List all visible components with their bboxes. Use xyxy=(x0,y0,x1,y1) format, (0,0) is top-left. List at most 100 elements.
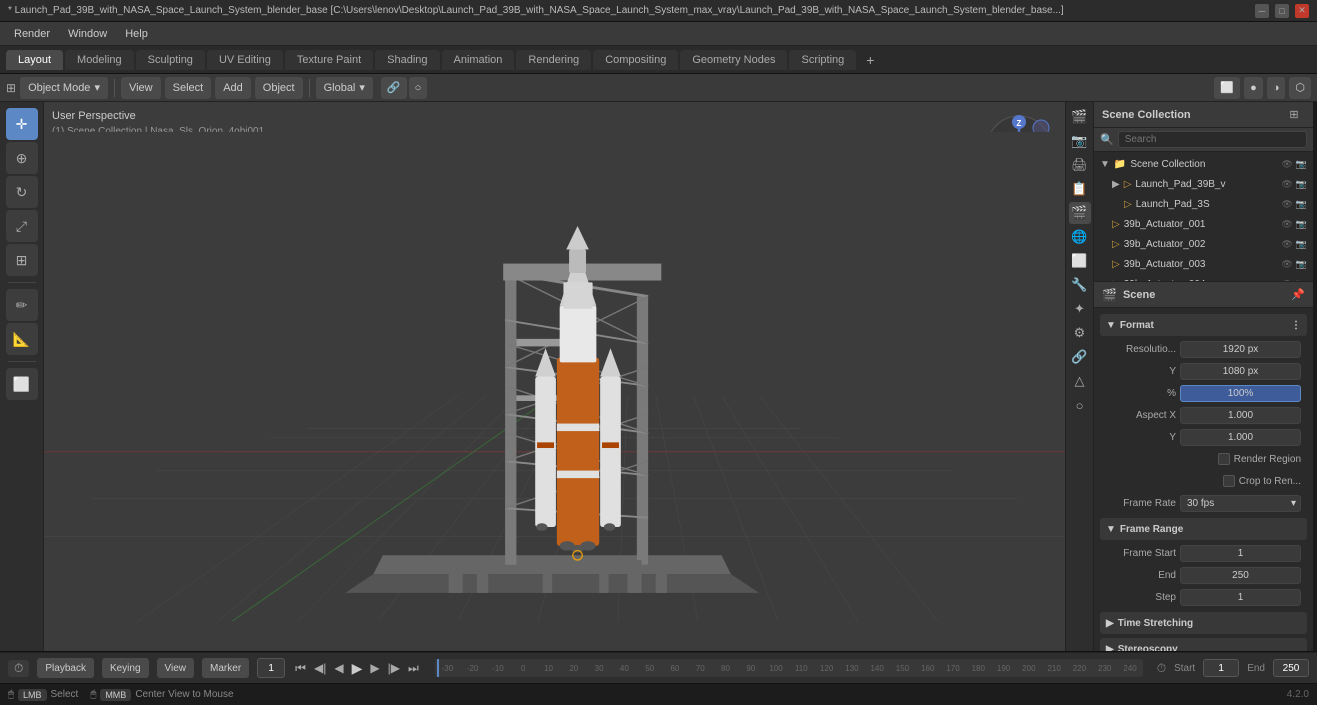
transform-global-dropdown[interactable]: Global ▾ xyxy=(316,77,373,99)
next-frame-button[interactable]: ▶ xyxy=(368,659,381,677)
format-menu-icon[interactable]: ⋮ xyxy=(1291,320,1301,331)
cursor-tool-button[interactable]: ✛ xyxy=(6,108,38,140)
format-section-header[interactable]: ▼ Format ⋮ xyxy=(1100,314,1307,336)
end-frame-input[interactable] xyxy=(1273,659,1309,677)
keying-menu[interactable]: Keying xyxy=(102,658,149,678)
crop-render-checkbox[interactable] xyxy=(1223,475,1235,487)
start-frame-input[interactable] xyxy=(1203,659,1239,677)
render-icon[interactable]: 📷 xyxy=(1296,239,1307,250)
maximize-button[interactable]: □ xyxy=(1275,4,1289,18)
tab-layout[interactable]: Layout xyxy=(6,50,63,70)
play-button[interactable]: ▶ xyxy=(350,658,365,679)
render-icon[interactable]: 📷 xyxy=(1296,219,1307,230)
jump-end-button[interactable]: ⏭ xyxy=(406,659,421,678)
prop-icon-constraint[interactable]: 🔗 xyxy=(1069,346,1091,368)
resolution-y-value[interactable]: 1080 px xyxy=(1180,363,1301,380)
prop-icon-particles[interactable]: ✦ xyxy=(1069,298,1091,320)
frame-range-section-header[interactable]: ▼ Frame Range xyxy=(1100,518,1307,540)
tab-geometry-nodes[interactable]: Geometry Nodes xyxy=(680,50,787,70)
tab-animation[interactable]: Animation xyxy=(442,50,515,70)
time-stretch-header[interactable]: ▶ Time Stretching xyxy=(1100,612,1307,634)
tab-texture-paint[interactable]: Texture Paint xyxy=(285,50,373,70)
tab-compositing[interactable]: Compositing xyxy=(593,50,678,70)
tab-add-button[interactable]: + xyxy=(858,48,882,72)
prop-icon-data[interactable]: △ xyxy=(1069,370,1091,392)
pin-icon[interactable]: 📌 xyxy=(1291,288,1305,301)
render-icon[interactable]: 📷 xyxy=(1296,199,1307,210)
viewport-shading-solid[interactable]: ● xyxy=(1244,77,1263,99)
visibility-icon[interactable]: 👁 xyxy=(1281,199,1292,210)
stereo-header[interactable]: ▶ Stereoscopy xyxy=(1100,638,1307,651)
measure-tool-button[interactable]: 📐 xyxy=(6,323,38,355)
prop-icon-scene-render[interactable]: 🎬 xyxy=(1069,106,1091,128)
prop-icon-scene[interactable]: 🎬 xyxy=(1069,202,1091,224)
view-menu-button[interactable]: View xyxy=(121,77,161,99)
menu-window[interactable]: Window xyxy=(60,26,115,42)
timeline-mode-icon[interactable]: ⏱ xyxy=(8,660,29,677)
close-button[interactable]: ✕ xyxy=(1295,4,1309,18)
prev-keyframe-button[interactable]: ◀| xyxy=(312,659,328,677)
end-value[interactable]: 250 xyxy=(1180,567,1301,584)
tab-sculpting[interactable]: Sculpting xyxy=(136,50,205,70)
menu-help[interactable]: Help xyxy=(117,26,156,42)
prop-icon-world[interactable]: 🌐 xyxy=(1069,226,1091,248)
outliner-item-actuator-004[interactable]: ▷ 39b_Actuator_004 👁 📷 xyxy=(1094,274,1313,281)
render-icon[interactable]: 📷 xyxy=(1296,259,1307,270)
add-cube-button[interactable]: ⬜ xyxy=(6,368,38,400)
object-menu-button[interactable]: Object xyxy=(255,77,303,99)
marker-menu[interactable]: Marker xyxy=(202,658,249,678)
prop-icon-output[interactable]: 🖨 xyxy=(1069,154,1091,176)
outliner-item-launch-pad[interactable]: ▶ ▷ Launch_Pad_39B_v 👁 📷 xyxy=(1094,174,1313,194)
visibility-icon[interactable]: 👁 xyxy=(1281,179,1292,190)
transform-tool-button[interactable]: ⊞ xyxy=(6,244,38,276)
snap-button[interactable]: 🔗 xyxy=(381,77,407,99)
render-region-checkbox[interactable] xyxy=(1218,453,1230,465)
visibility-icon[interactable]: 👁 xyxy=(1281,219,1292,230)
viewport-shading-rendered[interactable]: ⬡ xyxy=(1289,77,1311,99)
frame-rate-dropdown[interactable]: 30 fps▾ xyxy=(1180,495,1301,512)
jump-start-button[interactable]: ⏮ xyxy=(293,659,308,678)
prop-icon-physics[interactable]: ⚙ xyxy=(1069,322,1091,344)
next-keyframe-button[interactable]: |▶ xyxy=(386,659,402,677)
frame-start-value[interactable]: 1 xyxy=(1180,545,1301,562)
prop-icon-object[interactable]: ⬜ xyxy=(1069,250,1091,272)
prop-icon-modifier[interactable]: 🔧 xyxy=(1069,274,1091,296)
step-value[interactable]: 1 xyxy=(1180,589,1301,606)
outliner-search-input[interactable] xyxy=(1118,131,1307,148)
prop-icon-material[interactable]: ○ xyxy=(1069,394,1091,416)
tab-modeling[interactable]: Modeling xyxy=(65,50,134,70)
aspect-x-value[interactable]: 1.000 xyxy=(1180,407,1301,424)
move-tool-button[interactable]: ⊕ xyxy=(6,142,38,174)
select-menu-button[interactable]: Select xyxy=(165,77,212,99)
resolution-x-value[interactable]: 1920 px xyxy=(1180,341,1301,358)
render-icon[interactable]: 📷 xyxy=(1296,279,1307,282)
tab-scripting[interactable]: Scripting xyxy=(789,50,856,70)
aspect-y-value[interactable]: 1.000 xyxy=(1180,429,1301,446)
playback-menu[interactable]: Playback xyxy=(37,658,94,678)
render-icon[interactable]: 📷 xyxy=(1296,159,1307,170)
tab-uv-editing[interactable]: UV Editing xyxy=(207,50,283,70)
render-icon[interactable]: 📷 xyxy=(1296,179,1307,190)
object-mode-dropdown[interactable]: Object Mode ▾ xyxy=(20,77,108,99)
annotate-tool-button[interactable]: ✏ xyxy=(6,289,38,321)
visibility-icon[interactable]: 👁 xyxy=(1281,259,1292,270)
minimize-button[interactable]: ─ xyxy=(1255,4,1269,18)
prev-frame-button[interactable]: ◀ xyxy=(332,659,345,677)
outliner-item-actuator-001[interactable]: ▷ 39b_Actuator_001 👁 📷 xyxy=(1094,214,1313,234)
scale-tool-button[interactable]: ⤢ xyxy=(6,210,38,242)
tab-shading[interactable]: Shading xyxy=(375,50,439,70)
visibility-icon[interactable]: 👁 xyxy=(1281,239,1292,250)
outliner-item-actuator-003[interactable]: ▷ 39b_Actuator_003 👁 📷 xyxy=(1094,254,1313,274)
outliner-item-scene-collection[interactable]: ▼ 📁 Scene Collection 👁 📷 xyxy=(1094,154,1313,174)
outliner-filter-button[interactable]: ⊞ xyxy=(1283,104,1305,126)
rotate-tool-button[interactable]: ↻ xyxy=(6,176,38,208)
add-menu-button[interactable]: Add xyxy=(215,77,251,99)
visibility-icon[interactable]: 👁 xyxy=(1281,279,1292,282)
outliner-item-actuator-002[interactable]: ▷ 39b_Actuator_002 👁 📷 xyxy=(1094,234,1313,254)
view-menu-tl[interactable]: View xyxy=(157,658,195,678)
proportional-edit-button[interactable]: ○ xyxy=(409,77,428,99)
prop-icon-view-layer[interactable]: 📋 xyxy=(1069,178,1091,200)
current-frame-display[interactable]: 1 xyxy=(257,658,285,678)
prop-icon-render[interactable]: 📷 xyxy=(1069,130,1091,152)
timeline-scrub-bar[interactable]: -30 -20 -10 0 10 20 30 40 50 60 70 80 90… xyxy=(435,659,1143,677)
